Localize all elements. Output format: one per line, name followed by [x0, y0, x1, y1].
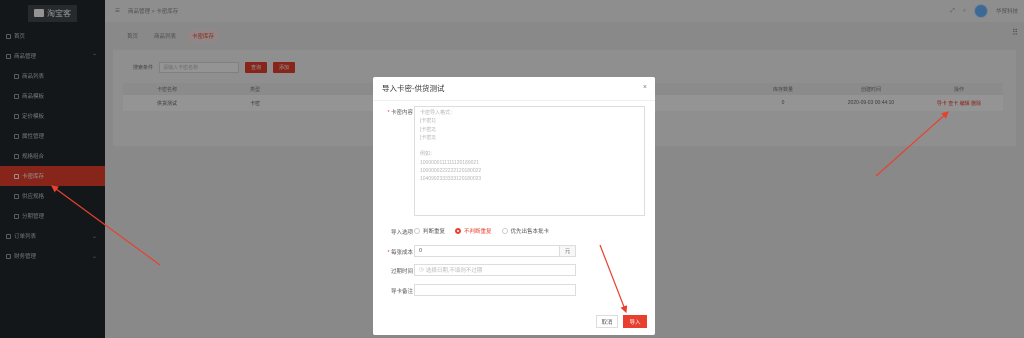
card-content-textarea[interactable]: 卡密导入格式： [卡密1] [卡密2] [卡密3] 例如： 100000011111112…	[414, 106, 645, 216]
textarea-line: 1040992333333120180023	[420, 176, 482, 183]
close-icon[interactable]: ×	[643, 84, 647, 91]
textarea-line	[420, 142, 639, 150]
import-modal: 导入卡密-供货测试 × * 卡密内容 卡密导入格式： [卡密1] [卡密2] [卡密3…	[373, 77, 655, 335]
textarea-line: 1000000111111120189021	[420, 159, 479, 166]
import-option-radio[interactable]: 不判断重复	[455, 227, 492, 235]
cost-value: 0	[419, 248, 423, 254]
calendar-icon: ◷	[419, 267, 424, 273]
cost-label-text: 每张成本	[390, 250, 413, 256]
textarea-line: 例如：	[420, 151, 436, 158]
radio-dot	[455, 228, 462, 234]
expire-placeholder: 选择日期,不填则不过期	[425, 268, 483, 274]
import-button[interactable]: 导入	[623, 315, 647, 328]
content-label: * 卡密内容	[387, 110, 413, 116]
remark-label: 导卡备注	[390, 289, 413, 295]
expire-label: 过期时间	[390, 269, 413, 275]
textarea-line: 1000000222222120180022	[420, 168, 482, 175]
cost-suffix: 元	[559, 246, 575, 256]
import-options: 判断重复 不判断重复 优先出售本批卡	[414, 227, 549, 235]
radio-dot	[501, 228, 508, 234]
cancel-button[interactable]: 取消	[596, 315, 618, 328]
cancel-button-label: 取消	[601, 319, 613, 326]
import-option-radio[interactable]: 判断重复	[414, 227, 445, 235]
textarea-line: [卡密2]	[420, 126, 436, 133]
remark-input[interactable]	[414, 284, 576, 296]
radio-label: 判断重复	[423, 229, 446, 235]
textarea-line: [卡密3]	[420, 134, 436, 141]
radio-dot	[414, 228, 420, 234]
radio-label: 不判断重复	[464, 229, 492, 235]
content-label-text: 卡密内容	[390, 110, 413, 116]
textarea-line: 卡密导入格式：	[420, 110, 456, 116]
import-option-label: 导入选项	[390, 230, 413, 236]
textarea-line: [卡密1]	[420, 118, 436, 125]
import-option-radio[interactable]: 优先出售本批卡	[501, 227, 550, 235]
cost-input[interactable]: 0 元	[414, 245, 576, 257]
expire-date-input[interactable]: ◷ 选择日期,不填则不过期	[414, 264, 576, 276]
radio-label: 优先出售本批卡	[510, 229, 550, 235]
cost-label: * 每张成本	[387, 250, 413, 256]
import-button-label: 导入	[629, 319, 641, 326]
modal-title: 导入卡密-供货测试	[373, 77, 655, 101]
